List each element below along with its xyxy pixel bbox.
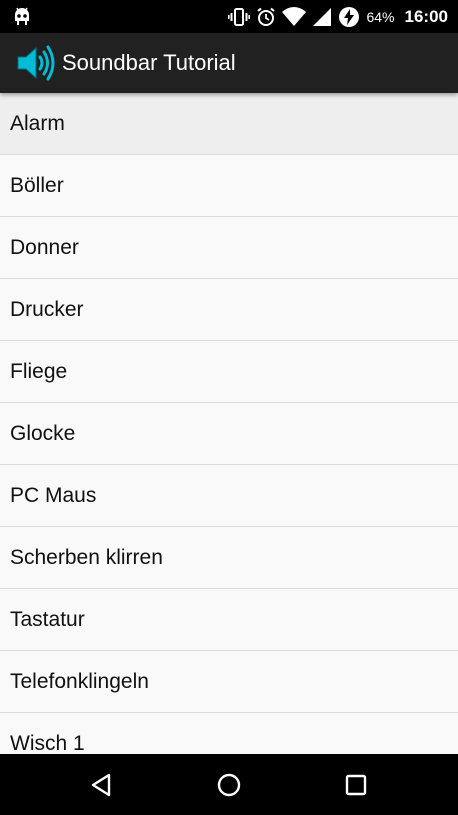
list-item-label: Glocke [10,422,76,445]
battery-charging-icon [338,6,360,28]
sound-list[interactable]: Alarm Böller Donner Drucker Fliege Glock… [0,93,458,754]
list-item-label: Böller [10,174,64,197]
list-item-glocke[interactable]: Glocke [0,403,458,465]
list-item-label: Telefonklingeln [10,670,149,693]
status-bar: 64% 16:00 [0,0,458,33]
back-icon[interactable] [89,772,115,798]
vibrate-icon [228,7,251,27]
list-item-boller[interactable]: Böller [0,155,458,217]
list-item-label: Drucker [10,298,84,321]
list-item-label: Tastatur [10,608,85,631]
battery-percent: 64% [366,9,395,25]
list-item-wisch-1[interactable]: Wisch 1 [0,713,458,754]
list-item-telefonklingeln[interactable]: Telefonklingeln [0,651,458,713]
action-bar: Soundbar Tutorial [0,33,458,93]
wifi-icon [282,7,307,27]
status-time: 16:00 [404,7,448,26]
speaker-icon [14,43,56,83]
list-item-scherben-klirren[interactable]: Scherben klirren [0,527,458,589]
home-icon[interactable] [216,772,242,798]
android-debug-icon [12,6,32,31]
list-item-label: Alarm [10,112,65,135]
navigation-bar [0,754,458,815]
list-item-alarm[interactable]: Alarm [0,93,458,155]
list-item-label: PC Maus [10,484,97,507]
signal-icon [312,7,332,27]
app-title: Soundbar Tutorial [62,50,236,75]
list-item-donner[interactable]: Donner [0,217,458,279]
list-item-label: Scherben klirren [10,546,163,569]
alarm-clock-icon [256,7,276,27]
list-item-label: Donner [10,236,79,259]
recents-icon[interactable] [343,772,369,798]
list-item-drucker[interactable]: Drucker [0,279,458,341]
list-item-label: Wisch 1 [10,732,85,754]
list-item-pc-maus[interactable]: PC Maus [0,465,458,527]
list-item-tastatur[interactable]: Tastatur [0,589,458,651]
list-item-fliege[interactable]: Fliege [0,341,458,403]
list-item-label: Fliege [10,360,68,383]
